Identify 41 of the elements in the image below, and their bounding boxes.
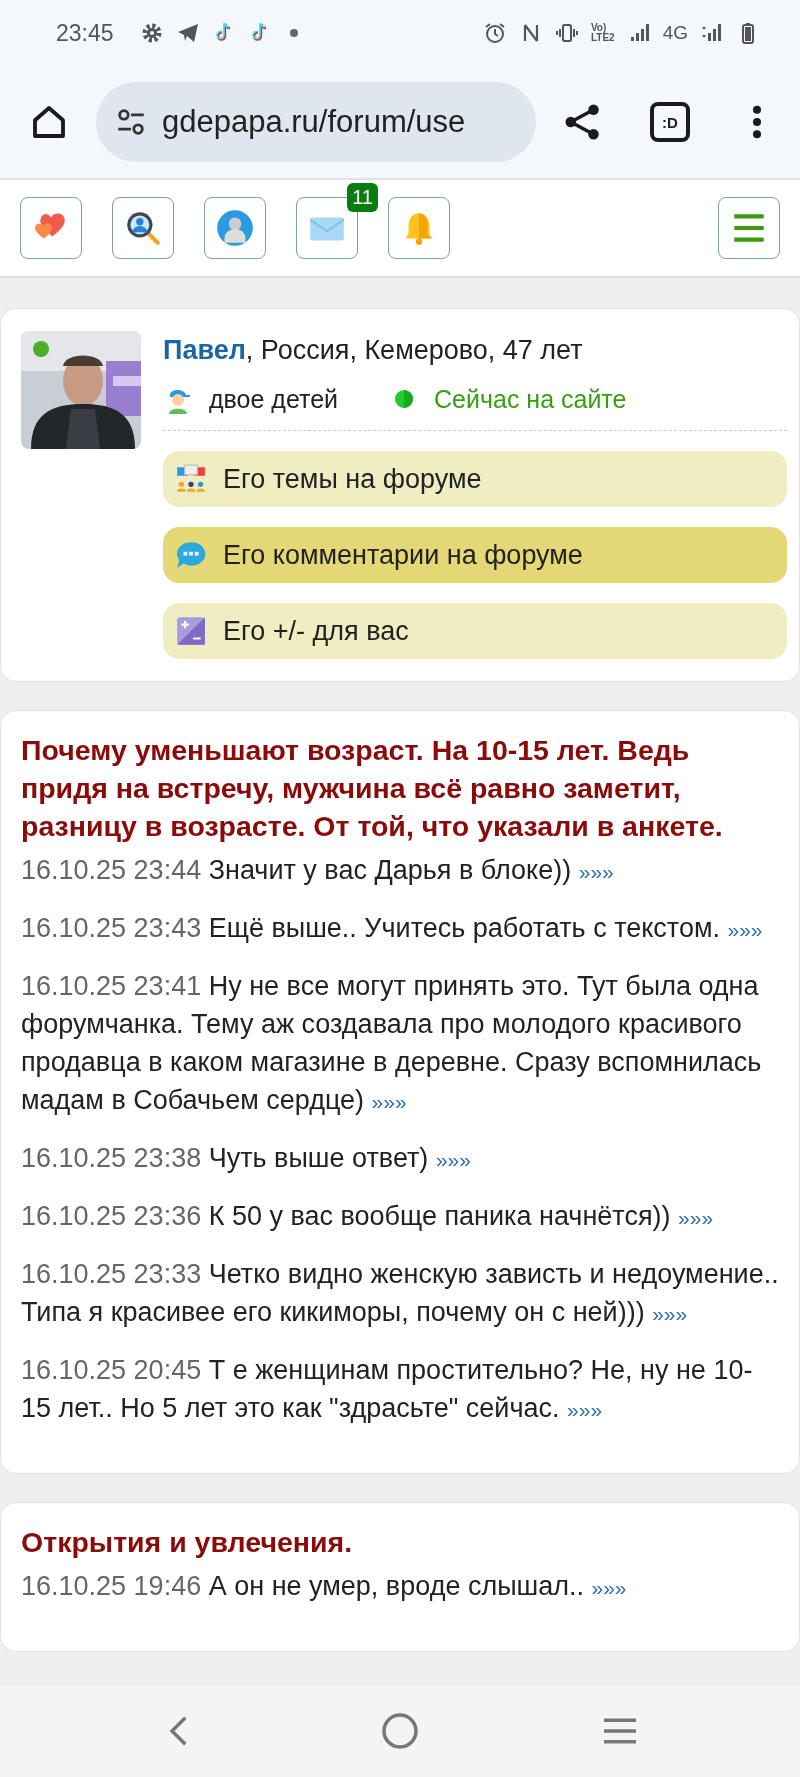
discussion-icon bbox=[175, 463, 207, 495]
profile-link[interactable]: Его +/- для вас bbox=[163, 603, 787, 659]
comment: 16.10.25 19:46 А он не умер, вроде слышал.. »»» bbox=[21, 1570, 628, 1603]
children-info: двое детей bbox=[209, 384, 339, 414]
user-details: , Россия, Кемерово, 47 лет bbox=[245, 335, 583, 365]
profile-link[interactable]: Его комментарии на форуме bbox=[163, 527, 787, 583]
nav-button[interactable] bbox=[112, 197, 174, 259]
tabs-button[interactable]: :D bbox=[650, 102, 690, 142]
comment: 16.10.25 23:41 Ну не все могут принять это. Тут была одна форумчанка. Тему аж создавала про молодого красивого продавца в каком магазине в деревне. Сразу вспомнилась мадам в Собачьем сердце) »»» bbox=[21, 970, 763, 1117]
clock: 23:45 bbox=[56, 19, 114, 47]
home-button-icon[interactable] bbox=[380, 1711, 420, 1751]
dot-icon bbox=[289, 29, 298, 37]
comment: 16.10.25 23:38 Чуть выше ответ) »»» bbox=[21, 1142, 472, 1175]
more-link[interactable]: »»» bbox=[678, 1206, 714, 1229]
chat-bubble-icon bbox=[175, 539, 207, 571]
more-link[interactable]: »»» bbox=[652, 1302, 688, 1325]
user-name-link[interactable]: Павел bbox=[163, 335, 246, 365]
unread-badge: 11 bbox=[347, 183, 378, 212]
more-link[interactable]: »»» bbox=[591, 1576, 627, 1599]
menu-button[interactable] bbox=[718, 197, 780, 259]
more-link[interactable]: »»» bbox=[578, 860, 614, 883]
comment: 16.10.25 23:33 Четко видно женскую зависть и недоумение.. Типа я красивее его кикиморы, почему он с ней))) »»» bbox=[21, 1258, 779, 1329]
status-dot bbox=[394, 389, 415, 409]
comment: 16.10.25 23:43 Ещё выше.. Учитесь работать с текстом. »»» bbox=[21, 912, 764, 945]
comment: 16.10.25 20:45 Т е женщинам простительно? Не, ну не 10-15 лет.. Но 5 лет это как "здрасьте" сейчас. »»» bbox=[21, 1354, 754, 1425]
vibrate-icon bbox=[554, 21, 579, 45]
more-link[interactable]: »»» bbox=[371, 1090, 407, 1113]
online-status: Сейчас на сайте bbox=[434, 384, 627, 414]
comment: 16.10.25 23:44 Значит у вас Дарья в блоке)) »»» bbox=[21, 854, 615, 887]
network-label: 4G bbox=[662, 22, 688, 44]
thread-title[interactable]: Почему уменьшают возраст. На 10-15 лет. Ведь придя на встречу, мужчина всё равно заметит, разницу в возрасте. От той, что указали в анкете. bbox=[21, 731, 779, 845]
profile-link[interactable]: Его темы на форуме bbox=[163, 451, 787, 507]
address-bar[interactable]: gdepapa.ru/forum/use bbox=[96, 82, 536, 162]
more-link[interactable]: »»» bbox=[727, 918, 763, 941]
plus-minus-icon bbox=[175, 615, 207, 647]
more-link[interactable]: »»» bbox=[435, 1148, 471, 1171]
thread-title[interactable]: Открытия и увлечения. bbox=[21, 1523, 779, 1561]
more-link[interactable]: »»» bbox=[567, 1398, 603, 1421]
comment: 16.10.25 23:36 К 50 у вас вообще паника начнётся)) »»» bbox=[21, 1200, 715, 1233]
user-icon bbox=[214, 207, 256, 249]
volte-label: Vo) LTE2 bbox=[590, 23, 615, 43]
